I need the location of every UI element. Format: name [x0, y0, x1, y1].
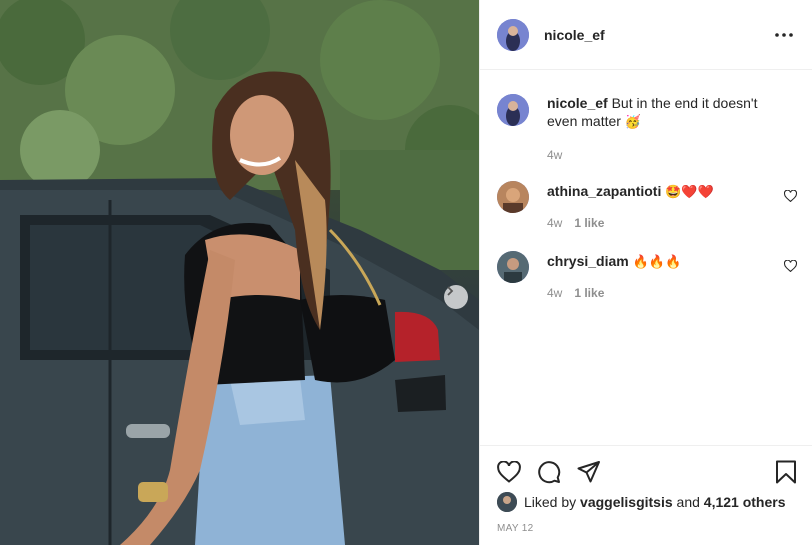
save-button[interactable] [773, 459, 799, 485]
commenter-username[interactable]: chrysi_diam [547, 253, 629, 269]
comment-button[interactable] [536, 459, 562, 485]
comment-item: chrysi_diam 🔥🔥🔥 4w 1 like [497, 251, 798, 302]
likes-and: and [676, 494, 700, 510]
caption: nicole_ef But in the end it doesn't even… [497, 94, 797, 164]
like-comment-button[interactable] [783, 259, 798, 277]
likes-count[interactable]: 4,121 others [704, 494, 786, 510]
comments-list[interactable]: nicole_ef But in the end it doesn't even… [480, 70, 812, 445]
comment-text: 🔥🔥🔥 [632, 255, 682, 270]
share-button[interactable] [576, 459, 602, 485]
post-header: nicole_ef [480, 0, 812, 70]
author-avatar[interactable] [497, 18, 529, 51]
likes-summary: Liked by vaggelisgitsis and 4,121 others [497, 492, 786, 512]
like-button[interactable] [496, 459, 522, 485]
comment-likes[interactable]: 1 like [574, 284, 604, 302]
caption-avatar[interactable] [497, 94, 529, 126]
comment-item: athina_zapantioti 🤩❤️❤️ 4w 1 like [497, 181, 798, 232]
paper-plane-icon [577, 460, 600, 482]
heart-icon [783, 259, 798, 273]
heart-icon [497, 460, 521, 483]
caption-username[interactable]: nicole_ef [547, 95, 608, 111]
post-side-panel: nicole_ef nicole_ef But in the end it do… [479, 0, 812, 545]
bookmark-icon [776, 460, 796, 483]
like-comment-button[interactable] [783, 189, 798, 207]
likes-prefix: Liked by [524, 494, 577, 510]
commenter-avatar[interactable] [497, 181, 529, 213]
comment-timestamp[interactable]: 4w [547, 284, 562, 302]
caption-timestamp[interactable]: 4w [547, 146, 562, 164]
post-actions-bar [480, 445, 812, 497]
heart-icon [783, 189, 798, 203]
chevron-right-icon [447, 286, 454, 296]
comment-timestamp[interactable]: 4w [547, 214, 562, 232]
comment-likes[interactable]: 1 like [574, 214, 604, 232]
post-date[interactable]: MAY 12 [497, 523, 533, 534]
photo-illustration [0, 0, 479, 545]
comment-text: 🤩❤️❤️ [665, 185, 714, 200]
post-photo[interactable] [0, 0, 479, 545]
comment-icon [538, 460, 561, 483]
caption-emoji: 🥳 [624, 115, 642, 130]
more-options-button[interactable] [772, 23, 796, 47]
commenter-avatar[interactable] [497, 251, 529, 283]
next-photo-button[interactable] [444, 285, 468, 309]
author-username[interactable]: nicole_ef [544, 27, 772, 43]
liker-username[interactable]: vaggelisgitsis [580, 494, 673, 510]
liker-avatar[interactable] [497, 492, 517, 512]
commenter-username[interactable]: athina_zapantioti [547, 183, 661, 199]
more-horizontal-icon [775, 32, 793, 37]
